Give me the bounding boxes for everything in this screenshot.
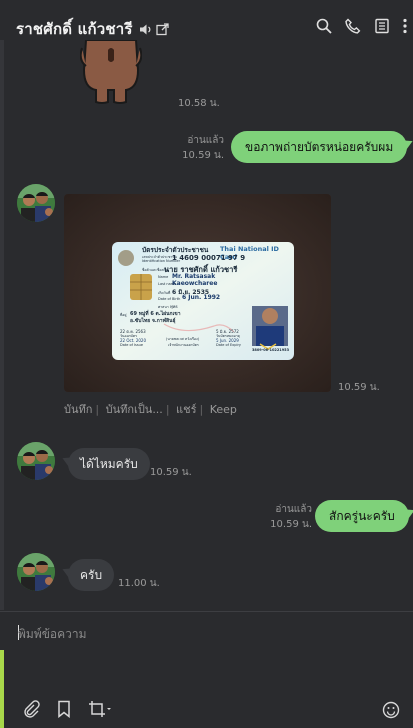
name-en: Mr. Ratsasak (172, 273, 216, 280)
external-window-icon[interactable] (156, 22, 169, 36)
lastname-en: Kaeowcharee (172, 280, 218, 287)
dob-th-label: เกิดวันที่ (158, 291, 171, 295)
avatar[interactable] (17, 442, 55, 480)
phone-icon[interactable] (345, 18, 361, 34)
religion: พุทธ (170, 304, 178, 309)
attach-icon[interactable] (22, 700, 40, 718)
expiry-label-en: Date of Expiry (216, 343, 241, 347)
read-receipt: อ่านแล้ว (187, 135, 224, 146)
message-time: 10.59 น. (338, 382, 380, 393)
address-label: ที่อยู่ (120, 313, 127, 317)
save-image-link[interactable]: บันทึก (64, 403, 92, 416)
dob-en: 6 Jun. 1992 (182, 294, 221, 301)
save-as-link[interactable]: บันทึกเป็น... (106, 403, 163, 416)
avatar[interactable] (17, 553, 55, 591)
composer-toolbar (22, 700, 112, 718)
card-serial: 3809-06-10221953 (252, 348, 289, 352)
message-time: 11.00 น. (118, 578, 160, 589)
keep-link[interactable]: Keep (210, 403, 237, 416)
message-meta: อ่านแล้ว 10.59 น. (170, 133, 224, 163)
crop-icon[interactable] (88, 700, 112, 718)
name-label: Name (158, 275, 169, 279)
message-time: 10.59 น. (270, 519, 312, 530)
message-bubble-incoming[interactable]: ครับ (68, 559, 115, 591)
chat-header: ราชศักดิ์ แก้วชารี (0, 0, 413, 58)
message-time: 10.58 น. (178, 98, 220, 109)
composer-accent-bar (0, 650, 4, 728)
message-bubble-outgoing[interactable]: สักครู่นะครับ (315, 500, 409, 532)
message-bubble-incoming[interactable]: ได้ไหมครับ (68, 448, 150, 480)
sticker-bear[interactable] (80, 40, 142, 104)
message-bubble-outgoing[interactable]: ขอภาพถ่ายบัตรหน่อยครับผม (231, 131, 408, 163)
issuer-title: เจ้าพนักงานออกบัตร (168, 343, 199, 347)
bookmark-icon[interactable] (56, 700, 72, 718)
message-meta: อ่านแล้ว 10.59 น. (258, 502, 312, 532)
dob-label: Date of Birth (158, 297, 181, 301)
search-icon[interactable] (316, 18, 332, 34)
read-receipt: อ่านแล้ว (275, 504, 312, 515)
emoji-icon[interactable] (382, 701, 400, 719)
issue-label-en: Date of Issue (120, 343, 144, 347)
share-link[interactable]: แชร์ (176, 403, 196, 416)
id-card-photo[interactable]: บัตรประจำตัวประชาชน Thai National ID Car… (64, 194, 331, 392)
image-actions: บันทึก | บันทึกเป็น... | แชร์ | Keep (64, 403, 237, 416)
message-time: 10.59 น. (150, 467, 192, 478)
id-card-content: บัตรประจำตัวประชาชน Thai National ID Car… (112, 242, 294, 360)
more-icon[interactable] (403, 18, 407, 34)
speaker-icon[interactable] (139, 23, 152, 36)
message-time: 10.59 น. (182, 150, 224, 161)
avatar[interactable] (17, 184, 55, 222)
address-line-2: อ.ซับไทย จ.กาฬสินธุ์ (130, 318, 176, 324)
left-edge-bar (0, 40, 4, 610)
message-input[interactable] (18, 624, 388, 644)
notes-icon[interactable] (374, 18, 390, 34)
chat-title: ราชศักดิ์ แก้วชารี (16, 20, 133, 38)
id-number: 1 4609 00071 97 9 (172, 254, 246, 262)
